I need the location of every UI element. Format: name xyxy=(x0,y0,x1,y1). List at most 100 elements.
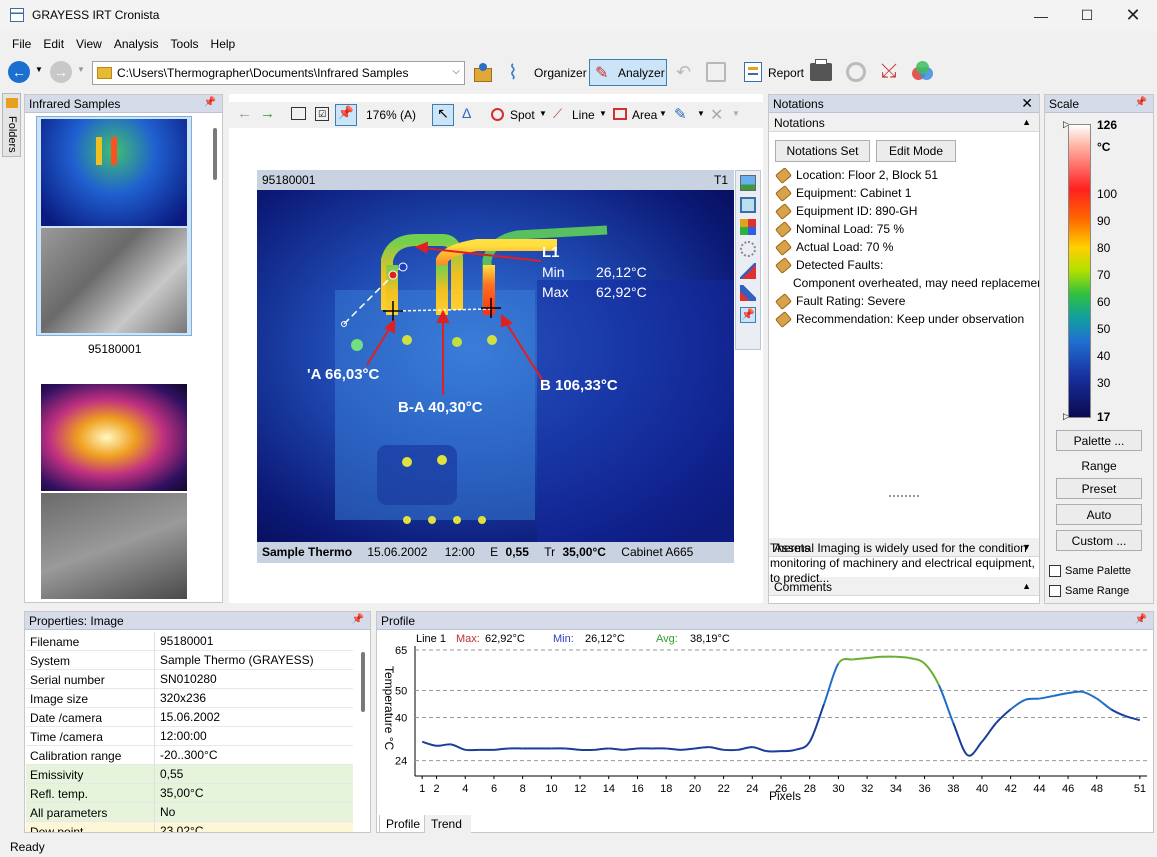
tab-trend[interactable]: Trend xyxy=(425,815,471,833)
maximize-icon[interactable]: ☐ xyxy=(1064,0,1110,31)
pushpin-icon[interactable]: 📌 xyxy=(740,307,756,323)
line-tool[interactable]: Line xyxy=(572,108,595,122)
delete-icon[interactable]: ✕ xyxy=(710,105,723,125)
property-row[interactable]: Image size 320x236 xyxy=(26,689,353,708)
analyzer-button[interactable]: ✎ Analyzer xyxy=(589,59,667,86)
cursor-icon[interactable]: ↖ xyxy=(432,104,454,126)
chevron-down-icon[interactable]: ▼ xyxy=(599,109,607,118)
chevron-down-icon[interactable]: ▼ xyxy=(659,109,667,118)
spot-tool[interactable]: Spot xyxy=(510,108,535,122)
thumbnail-ir-image-1[interactable] xyxy=(41,119,187,226)
fingerprint-icon[interactable] xyxy=(740,241,756,257)
grid-colors-icon[interactable] xyxy=(740,219,756,235)
preset-button[interactable]: Preset xyxy=(1056,478,1142,499)
arrow-left-icon[interactable]: ← xyxy=(237,105,252,122)
profile-chart[interactable]: Line 1 Max: 62,92°C Min: 26,12°C Avg: 38,19°C 2… xyxy=(377,630,1153,810)
notations-section-header[interactable]: Notations ▲ xyxy=(769,113,1039,132)
x-tick-label: 42 xyxy=(1005,783,1017,795)
profile-tool-icon[interactable] xyxy=(740,285,756,301)
organizer-button[interactable]: Organizer xyxy=(534,66,587,80)
same-range-checkbox[interactable] xyxy=(1049,585,1061,597)
splitter-handle[interactable] xyxy=(889,495,919,498)
checklist-icon[interactable]: ☑ xyxy=(315,107,329,121)
folders-tab[interactable]: Folders xyxy=(2,93,21,157)
x-tick-label: 51 xyxy=(1134,783,1146,795)
close-icon[interactable]: ✕ xyxy=(1110,0,1156,31)
open-folder-icon[interactable] xyxy=(472,62,494,84)
profile-line-segment xyxy=(995,708,1012,724)
property-row[interactable]: Time /camera 12:00:00 xyxy=(26,727,353,746)
histogram-icon[interactable] xyxy=(740,263,756,279)
disc-icon[interactable] xyxy=(846,62,866,82)
property-row[interactable]: Calibration range -20..300°C xyxy=(26,746,353,765)
menu-analysis[interactable]: Analysis xyxy=(108,33,165,51)
chevron-down-icon[interactable]: ⌵ xyxy=(452,66,460,77)
custom-button[interactable]: Custom ... xyxy=(1056,530,1142,551)
property-row[interactable]: Serial number SN010280 xyxy=(26,670,353,689)
property-row[interactable]: Refl. temp. 35,00°C xyxy=(26,784,353,803)
pin-icon[interactable]: 📌 xyxy=(1135,97,1147,108)
frame-icon[interactable] xyxy=(740,197,756,213)
color-scale-bar[interactable] xyxy=(1068,124,1091,418)
palette-button[interactable]: Palette ... xyxy=(1056,430,1142,451)
menu-help[interactable]: Help xyxy=(205,33,242,51)
chevron-down-icon[interactable]: ▼ xyxy=(539,109,547,118)
comments-text[interactable]: Thermal Imaging is widely used for the c… xyxy=(770,541,1038,586)
auto-button[interactable]: Auto xyxy=(1056,504,1142,525)
same-palette-checkbox[interactable] xyxy=(1049,565,1061,577)
area-tool[interactable]: Area xyxy=(632,108,657,122)
thumbnail-ir-image-2[interactable] xyxy=(41,384,187,491)
property-row[interactable]: Filename 95180001 xyxy=(26,632,353,651)
profile-line-segment xyxy=(666,747,681,751)
line-icon[interactable]: ⟋ xyxy=(553,106,562,122)
menu-edit[interactable]: Edit xyxy=(37,33,70,51)
spot-icon[interactable] xyxy=(491,108,504,121)
tag-icon xyxy=(774,168,793,184)
pin-icon[interactable]: 📌 xyxy=(1135,614,1147,625)
menu-file[interactable]: File xyxy=(0,33,37,51)
thermal-image[interactable]: L1 Min 26,12°C Max 62,92°C 'A 66,03°C B-… xyxy=(257,190,734,542)
save-icon[interactable] xyxy=(706,62,726,82)
property-row[interactable]: Date /camera 15.06.2002 xyxy=(26,708,353,727)
minimize-icon[interactable]: — xyxy=(1018,0,1064,31)
report-icon[interactable] xyxy=(744,62,762,82)
forward-dropdown-icon[interactable]: ▼ xyxy=(77,65,85,74)
menu-tools[interactable]: Tools xyxy=(165,33,205,51)
tab-profile[interactable]: Profile xyxy=(379,815,425,833)
delta-icon[interactable]: Δ xyxy=(462,105,471,121)
property-row[interactable]: System Sample Thermo (GRAYESS) xyxy=(26,651,353,670)
back-dropdown-icon[interactable]: ▼ xyxy=(35,65,43,74)
report-button[interactable]: Report xyxy=(768,66,804,80)
property-row[interactable]: All parameters No xyxy=(26,803,353,822)
thumbnail-photo-1[interactable] xyxy=(41,228,187,333)
thumbnail-photo-2[interactable] xyxy=(41,493,187,599)
pin-icon[interactable]: 📌 xyxy=(352,614,364,625)
image-footer: Sample Thermo 15.06.2002 12:00 E 0,55 Tr… xyxy=(257,542,734,563)
properties-scrollbar[interactable] xyxy=(361,652,365,712)
menu-view[interactable]: View xyxy=(70,33,108,51)
pencil-icon[interactable]: ✎ xyxy=(674,105,687,123)
area-icon[interactable] xyxy=(613,108,627,120)
chevron-down-icon[interactable]: ▼ xyxy=(732,109,740,118)
printer-icon[interactable] xyxy=(810,59,832,81)
path-combobox[interactable]: C:\Users\Thermographer\Documents\Infrare… xyxy=(92,61,465,85)
color-palette-icon[interactable] xyxy=(912,61,934,83)
chevron-down-icon[interactable]: ▼ xyxy=(697,109,705,118)
arrow-right-icon[interactable]: → xyxy=(260,105,275,122)
forward-icon[interactable]: → xyxy=(50,61,72,83)
undo-icon[interactable]: ↶ xyxy=(676,62,691,83)
thumbnails-scrollbar[interactable] xyxy=(213,128,217,180)
edit-mode-button[interactable]: Edit Mode xyxy=(876,140,956,162)
landscape-icon[interactable] xyxy=(740,175,756,191)
close-icon[interactable]: ✕ xyxy=(1021,95,1033,112)
back-icon[interactable]: ← xyxy=(8,61,30,83)
property-row[interactable]: Dew point 23,02°C xyxy=(26,822,353,832)
notations-set-button[interactable]: Notations Set xyxy=(775,140,870,162)
pin-icon[interactable]: 📌 xyxy=(204,97,216,108)
property-row[interactable]: Emissivity 0,55 xyxy=(26,765,353,784)
zoom-level[interactable]: 176% (A) xyxy=(366,108,416,122)
collapse-icon[interactable]: ▲ xyxy=(1022,117,1031,127)
window-icon[interactable] xyxy=(291,107,306,120)
chart-lines-icon[interactable]: ⤩ xyxy=(881,60,897,83)
pushpin-icon[interactable]: 📌 xyxy=(335,104,357,126)
